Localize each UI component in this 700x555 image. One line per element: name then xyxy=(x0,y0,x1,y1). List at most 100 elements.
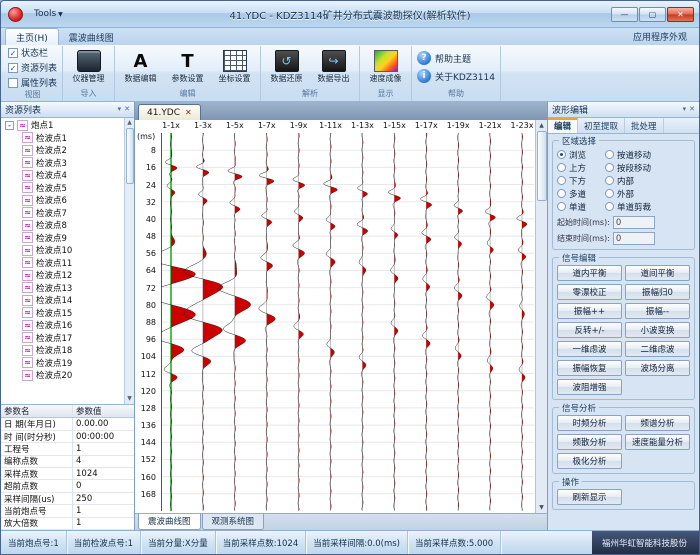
radio-按段移动[interactable]: 按段移动 xyxy=(605,161,690,174)
button-刷新显示[interactable]: 刷新显示 xyxy=(557,489,622,505)
ribbon-button-数据编辑[interactable]: A数据编辑 xyxy=(118,48,163,86)
tree-item-检波点2[interactable]: ≈检波点2 xyxy=(1,144,124,157)
button-极化分析[interactable]: 极化分析 xyxy=(557,453,622,469)
minimize-button[interactable]: — xyxy=(611,7,638,22)
radio-按道移动[interactable]: 按道移动 xyxy=(605,148,690,161)
tree-item-检波点9[interactable]: ≈检波点9 xyxy=(1,232,124,245)
param-row[interactable]: 放大倍数1 xyxy=(1,518,134,530)
tree-root-shot-point[interactable]: -≈炮点1 xyxy=(1,119,124,132)
ribbon-button-数据导出[interactable]: ↪数据导出 xyxy=(311,48,356,86)
param-row[interactable]: 当前炮点号1 xyxy=(1,505,134,517)
scrollbar-thumb[interactable] xyxy=(537,131,547,201)
tree-item-检波点6[interactable]: ≈检波点6 xyxy=(1,194,124,207)
ribbon-tab-震波曲线图[interactable]: 震波曲线图 xyxy=(59,29,124,45)
tree-item-检波点12[interactable]: ≈检波点12 xyxy=(1,269,124,282)
radio-多道[interactable]: 多道 xyxy=(557,187,601,200)
seismic-chart[interactable]: (ms) 1-1x1-3x1-5x1-7x1-9x1-11x1-13x1-15x… xyxy=(135,120,535,513)
view-toggle-状态栏[interactable]: ✓状态栏 xyxy=(8,46,48,59)
button-波阻增强[interactable]: 波阻增强 xyxy=(557,379,622,395)
ribbon-tab-主页(H)[interactable]: 主页(H) xyxy=(5,28,59,45)
button-道间平衡[interactable]: 道间平衡 xyxy=(625,265,690,281)
button-振幅恢复[interactable]: 振幅恢复 xyxy=(557,360,622,376)
ribbon-button-仪器管理[interactable]: 仪器管理 xyxy=(66,48,111,86)
param-row[interactable]: 编称点数4 xyxy=(1,456,134,468)
tree-item-检波点11[interactable]: ≈检波点11 xyxy=(1,257,124,270)
radio-上方[interactable]: 上方 xyxy=(557,161,601,174)
param-row[interactable]: 超前点数0 xyxy=(1,480,134,492)
button-频谱分析[interactable]: 频谱分析 xyxy=(625,415,690,431)
tree-item-检波点19[interactable]: ≈检波点19 xyxy=(1,357,124,370)
wave-tab-批处理[interactable]: 批处理 xyxy=(625,118,664,133)
button-反转+/-[interactable]: 反转+/- xyxy=(557,322,622,338)
tree-item-检波点3[interactable]: ≈检波点3 xyxy=(1,157,124,170)
tree-item-检波点1[interactable]: ≈检波点1 xyxy=(1,132,124,145)
tree-item-检波点8[interactable]: ≈检波点8 xyxy=(1,219,124,232)
button-波场分离[interactable]: 波场分离 xyxy=(625,360,690,376)
tree-item-检波点20[interactable]: ≈检波点20 xyxy=(1,369,124,382)
ribbon-button-数据还原[interactable]: ↺数据还原 xyxy=(264,48,309,86)
wave-tab-编辑[interactable]: 编辑 xyxy=(548,118,578,133)
button-振幅--[interactable]: 振幅-- xyxy=(625,303,690,319)
button-振幅归0[interactable]: 振幅归0 xyxy=(625,284,690,300)
tree-item-检波点4[interactable]: ≈检波点4 xyxy=(1,169,124,182)
panel-menu-icon[interactable]: ▾ xyxy=(683,105,687,114)
chart-scrollbar[interactable]: ▲ ▼ xyxy=(535,120,547,513)
button-道内平衡[interactable]: 道内平衡 xyxy=(557,265,622,281)
waveform-plot[interactable] xyxy=(161,133,534,511)
tools-menu[interactable]: Tools ▼ xyxy=(28,7,69,21)
ribbon-item-帮助主题[interactable]: ?帮助主题 xyxy=(417,51,471,65)
radio-单道剪裁[interactable]: 单道剪裁 xyxy=(605,200,690,213)
app-logo-icon[interactable] xyxy=(8,7,23,22)
tree-item-检波点10[interactable]: ≈检波点10 xyxy=(1,244,124,257)
tree-item-检波点7[interactable]: ≈检波点7 xyxy=(1,207,124,220)
param-row[interactable]: 工程号1 xyxy=(1,443,134,455)
tree-item-检波点5[interactable]: ≈检波点5 xyxy=(1,182,124,195)
button-时频分析[interactable]: 时频分析 xyxy=(557,415,622,431)
tab-close-icon[interactable]: ✕ xyxy=(185,108,192,117)
param-row[interactable]: 采样点数1024 xyxy=(1,468,134,480)
tree-item-检波点16[interactable]: ≈检波点16 xyxy=(1,319,124,332)
view-toggle-属性列表[interactable]: 属性列表 xyxy=(8,76,57,89)
radio-外部[interactable]: 外部 xyxy=(605,187,690,200)
param-row[interactable]: 日 期(年月日)0.00.00 xyxy=(1,418,134,430)
ribbon-button-速度成像[interactable]: 速度成像 xyxy=(363,48,408,86)
view-toggle-资源列表[interactable]: ✓资源列表 xyxy=(8,61,57,74)
maximize-button[interactable]: ▢ xyxy=(639,7,666,22)
document-tab[interactable]: 41.YDC ✕ xyxy=(138,104,201,120)
panel-close-icon[interactable]: ✕ xyxy=(124,105,130,114)
panel-close-icon[interactable]: ✕ xyxy=(689,105,695,114)
button-一维虑波[interactable]: 一维虑波 xyxy=(557,341,622,357)
scroll-up-icon[interactable]: ▲ xyxy=(539,120,544,131)
tree-item-检波点17[interactable]: ≈检波点17 xyxy=(1,332,124,345)
radio-浏览[interactable]: 浏览 xyxy=(557,148,601,161)
close-button[interactable]: ✕ xyxy=(667,7,694,22)
scroll-down-icon[interactable]: ▼ xyxy=(539,502,544,513)
scroll-down-icon[interactable]: ▼ xyxy=(127,394,132,404)
panel-menu-icon[interactable]: ▾ xyxy=(118,105,122,114)
ribbon-button-参数设置[interactable]: T参数设置 xyxy=(165,48,210,86)
button-速度能量分析[interactable]: 速度能量分析 xyxy=(625,434,690,450)
scrollbar-thumb[interactable] xyxy=(126,128,134,184)
tree-item-检波点15[interactable]: ≈检波点15 xyxy=(1,307,124,320)
field-input[interactable] xyxy=(613,232,655,245)
button-小波变换[interactable]: 小波变换 xyxy=(625,322,690,338)
view-tab-震波曲线图[interactable]: 震波曲线图 xyxy=(138,514,201,530)
view-tab-观测系统图[interactable]: 观测系统图 xyxy=(202,514,265,530)
field-input[interactable] xyxy=(613,216,655,229)
appearance-menu[interactable]: 应用程序外观 xyxy=(625,28,695,45)
ribbon-item-关于KDZ3114[interactable]: i关于KDZ3114 xyxy=(417,69,495,83)
wave-tab-初至提取[interactable]: 初至提取 xyxy=(578,118,625,133)
button-二维虑波[interactable]: 二维虑波 xyxy=(625,341,690,357)
radio-下方[interactable]: 下方 xyxy=(557,174,601,187)
tree-item-检波点14[interactable]: ≈检波点14 xyxy=(1,294,124,307)
radio-内部[interactable]: 内部 xyxy=(605,174,690,187)
ribbon-button-坐标设置[interactable]: 坐标设置 xyxy=(212,48,257,86)
button-振幅++[interactable]: 振幅++ xyxy=(557,303,622,319)
scroll-up-icon[interactable]: ▲ xyxy=(127,118,132,128)
tree-scrollbar[interactable]: ▲ ▼ xyxy=(124,118,134,404)
tree-item-检波点13[interactable]: ≈检波点13 xyxy=(1,282,124,295)
tree-item-检波点18[interactable]: ≈检波点18 xyxy=(1,344,124,357)
tree-collapse-icon[interactable]: - xyxy=(5,121,14,130)
param-row[interactable]: 时 间(时分秒)00:00:00 xyxy=(1,431,134,443)
button-频散分析[interactable]: 频散分析 xyxy=(557,434,622,450)
